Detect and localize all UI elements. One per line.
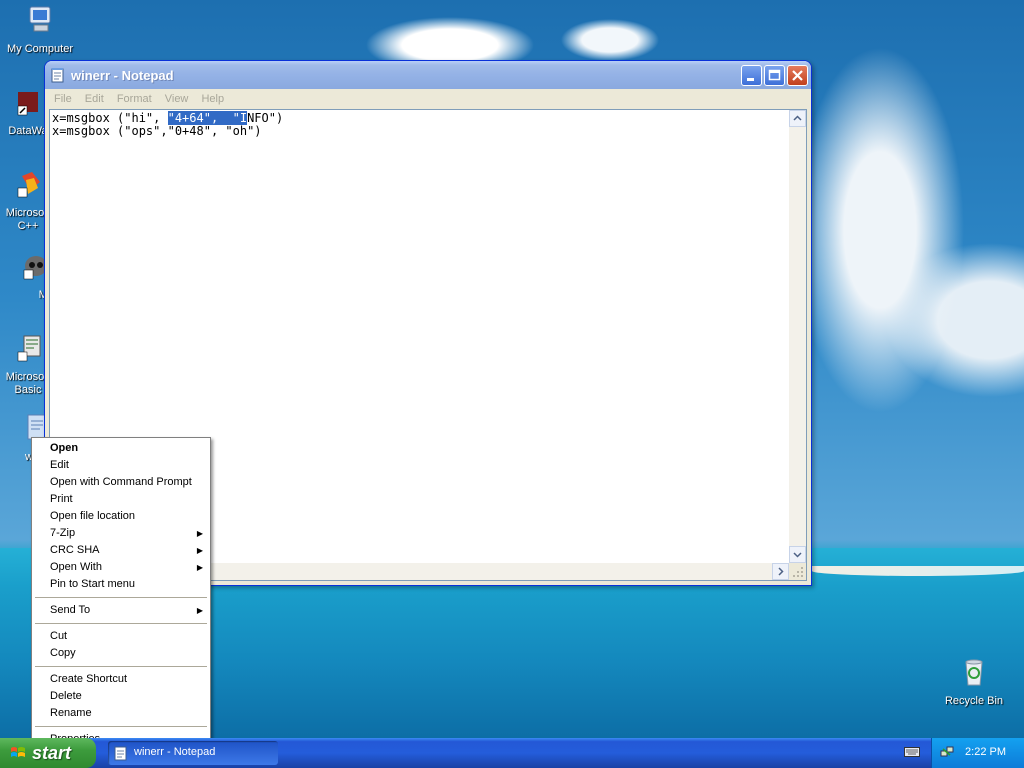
menu-item-open-file-location[interactable]: Open file location	[33, 508, 209, 525]
menu-item-crc-sha[interactable]: CRC SHA ▶	[33, 542, 209, 559]
keyboard-icon[interactable]	[904, 746, 920, 758]
text-line-1-end: NFO")	[247, 111, 284, 125]
beach	[812, 566, 1024, 576]
text-line-2: x=msgbox ("ops","0+48", "oh")	[52, 124, 262, 138]
menu-separator	[35, 597, 207, 598]
menu-separator	[35, 726, 207, 727]
taskbar: start winerr - Notepad 2:22 PM	[0, 738, 1024, 768]
menu-item-edit[interactable]: Edit	[33, 457, 209, 474]
maximize-icon	[768, 69, 781, 81]
visual-studio-icon	[17, 172, 40, 198]
taskbar-button-label: winerr - Notepad	[134, 746, 216, 758]
menu-item-delete[interactable]: Delete	[33, 688, 209, 705]
menu-item-rename[interactable]: Rename	[33, 705, 209, 722]
network-icon[interactable]	[940, 745, 954, 759]
menu-item-create-shortcut[interactable]: Create Shortcut	[33, 671, 209, 688]
close-button[interactable]	[787, 65, 808, 86]
menu-item-open-with-command-prompt[interactable]: Open with Command Prompt	[33, 474, 209, 491]
menu-view[interactable]: View	[160, 89, 194, 109]
desktop-icon-recycle-bin[interactable]: Recycle Bin	[934, 656, 1014, 708]
notepad-icon	[114, 746, 127, 761]
menu-item-print[interactable]: Print	[33, 491, 209, 508]
menu-item-send-to[interactable]: Send To ▶	[33, 602, 209, 619]
menu-file[interactable]: File	[49, 89, 77, 109]
system-tray: 2:22 PM	[931, 738, 1024, 768]
grip-icon	[793, 567, 803, 577]
menu-item-label: 7-Zip	[50, 527, 76, 539]
menu-item-pin-to-start[interactable]: Pin to Start menu	[33, 576, 209, 593]
maximize-button[interactable]	[764, 65, 785, 86]
menu-help[interactable]: Help	[196, 89, 229, 109]
chevron-up-icon	[793, 115, 802, 121]
menu-item-label: Open With	[50, 561, 102, 573]
menu-item-7zip[interactable]: 7-Zip ▶	[33, 525, 209, 542]
chevron-right-icon	[778, 567, 784, 576]
menu-edit[interactable]: Edit	[80, 89, 109, 109]
chevron-down-icon	[793, 552, 802, 558]
submenu-arrow-icon: ▶	[196, 606, 203, 615]
desktop-icon-label: Recycle Bin	[944, 695, 1004, 707]
menu-separator	[35, 623, 207, 624]
menu-format[interactable]: Format	[112, 89, 157, 109]
text-line-1-start: x=msgbox ("hi",	[52, 111, 168, 125]
desktop-icon-label: My Computer	[6, 43, 74, 55]
computer-icon	[29, 6, 51, 32]
submenu-arrow-icon: ▶	[196, 529, 203, 538]
menu-bar: File Edit Format View Help	[45, 89, 811, 109]
menu-separator	[35, 666, 207, 667]
windows-flag-icon	[11, 747, 25, 757]
scroll-right-button[interactable]	[772, 563, 789, 580]
menu-item-label: Send To	[50, 604, 91, 616]
notepad-icon	[51, 68, 64, 83]
shortcut-app-icon	[17, 92, 38, 116]
window-title: winerr - Notepad	[71, 68, 174, 83]
taskbar-button-notepad[interactable]: winerr - Notepad	[108, 741, 278, 765]
close-icon	[792, 70, 803, 81]
desktop-icon-my-computer[interactable]: My Computer	[0, 4, 80, 56]
menu-item-copy[interactable]: Copy	[33, 645, 209, 662]
submenu-arrow-icon: ▶	[196, 546, 203, 555]
resize-grip[interactable]	[789, 563, 806, 580]
scroll-down-button[interactable]	[789, 546, 806, 563]
scroll-up-button[interactable]	[789, 110, 806, 127]
menu-item-label: CRC SHA	[50, 544, 100, 556]
vertical-scrollbar[interactable]	[789, 110, 806, 563]
menu-item-cut[interactable]: Cut	[33, 628, 209, 645]
menu-item-label: Open	[50, 442, 79, 454]
start-button[interactable]: start	[0, 738, 96, 768]
visual-basic-icon	[17, 335, 41, 362]
submenu-arrow-icon: ▶	[196, 563, 203, 572]
minimize-icon	[747, 78, 754, 81]
clock[interactable]: 2:22 PM	[965, 746, 1006, 758]
context-menu: Open Edit Open with Command Prompt Print…	[31, 437, 211, 752]
menu-item-open-with[interactable]: Open With ▶	[33, 559, 209, 576]
minimize-button[interactable]	[741, 65, 762, 86]
recycle-bin-icon	[965, 659, 983, 686]
notepad-titlebar[interactable]: winerr - Notepad	[45, 61, 811, 89]
text-selection: "4+64", "I	[167, 111, 248, 125]
start-label: start	[32, 743, 72, 763]
menu-item-open[interactable]: Open	[33, 440, 209, 457]
